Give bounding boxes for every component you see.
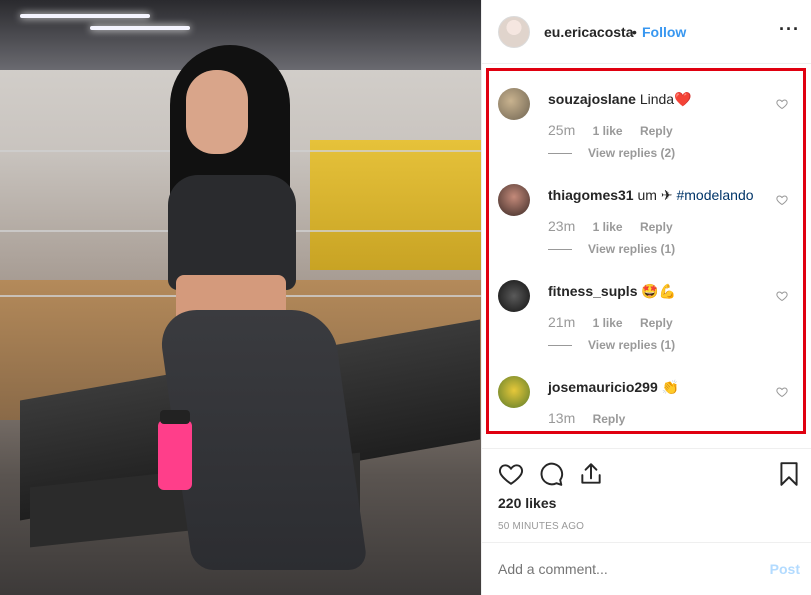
- like-comment-heart-icon[interactable]: [776, 98, 788, 110]
- more-horizontal-icon[interactable]: ···: [779, 19, 800, 40]
- likes-count[interactable]: 220 likes: [498, 495, 556, 511]
- comment-time: 23m: [548, 218, 576, 234]
- comment-meta: 13m Reply: [548, 410, 639, 426]
- comment-meta: 21m 1 like Reply: [548, 314, 687, 330]
- comment-likes[interactable]: 1 like: [593, 124, 623, 138]
- follow-button[interactable]: Follow: [642, 24, 686, 40]
- like-comment-heart-icon[interactable]: [776, 290, 788, 302]
- view-replies-label: View replies (2): [588, 146, 676, 160]
- view-replies-button[interactable]: View replies (2): [548, 146, 675, 160]
- photo-person-top: [168, 175, 296, 290]
- comment-meta: 23m 1 like Reply: [548, 218, 687, 234]
- comment-text: Linda: [639, 91, 675, 107]
- share-icon[interactable]: [578, 461, 604, 487]
- commenter-avatar[interactable]: [498, 184, 530, 216]
- reply-button[interactable]: Reply: [640, 316, 673, 330]
- comment-meta: 25m 1 like Reply: [548, 122, 687, 138]
- comment-line: souzajoslane Linda❤️: [548, 91, 692, 108]
- add-comment-bar: Post: [482, 542, 811, 595]
- commenter-username[interactable]: fitness_supls: [548, 283, 637, 299]
- commenter-avatar[interactable]: [498, 280, 530, 312]
- replies-dash: [548, 249, 572, 251]
- commenter-avatar[interactable]: [498, 376, 530, 408]
- comment-text: um ✈: [637, 187, 677, 203]
- comment-line: josemauricio299 👏: [548, 379, 679, 396]
- add-comment-input[interactable]: [498, 561, 748, 577]
- post-side-panel: eu.ericacosta • Follow ··· souzajoslane …: [481, 0, 811, 595]
- like-comment-heart-icon[interactable]: [776, 194, 788, 206]
- commenter-username[interactable]: thiagomes31: [548, 187, 634, 203]
- view-replies-button[interactable]: View replies (1): [548, 338, 675, 352]
- replies-dash: [548, 153, 572, 155]
- comment-likes[interactable]: 1 like: [593, 220, 623, 234]
- like-comment-heart-icon[interactable]: [776, 386, 788, 398]
- comment-hashtag[interactable]: #modelando: [676, 187, 753, 203]
- header-separator: •: [632, 24, 637, 40]
- clapping-emoji: 👏: [661, 379, 680, 395]
- reply-button[interactable]: Reply: [593, 412, 626, 426]
- photo-person-face: [186, 70, 248, 154]
- post-header: eu.ericacosta • Follow ···: [482, 0, 811, 64]
- photo-bottle: [158, 410, 192, 490]
- save-bookmark-icon[interactable]: [776, 461, 802, 487]
- star-eyes-muscle-emoji: 🤩💪: [641, 283, 677, 299]
- post-comment-button[interactable]: Post: [770, 561, 800, 577]
- replies-dash: [548, 345, 572, 347]
- reply-button[interactable]: Reply: [640, 124, 673, 138]
- comment-bubble-icon[interactable]: [538, 461, 564, 487]
- author-avatar[interactable]: [498, 16, 530, 48]
- view-replies-label: View replies (1): [588, 242, 676, 256]
- photo-wall: [310, 140, 481, 270]
- heart-emoji: ❤️: [674, 91, 692, 107]
- view-replies-label: View replies (1): [588, 338, 676, 352]
- post-photo[interactable]: [0, 0, 481, 595]
- view-replies-button[interactable]: View replies (1): [548, 242, 675, 256]
- commenter-username[interactable]: souzajoslane: [548, 91, 636, 107]
- comment-line: thiagomes31 um ✈ #modelando: [548, 187, 754, 204]
- photo-light: [20, 14, 150, 18]
- comment-time: 13m: [548, 410, 576, 426]
- comment-likes[interactable]: 1 like: [593, 316, 623, 330]
- post-timestamp: 50 MINUTES AGO: [498, 521, 585, 532]
- commenter-avatar[interactable]: [498, 88, 530, 120]
- photo-light: [90, 26, 190, 30]
- comment-line: fitness_supls 🤩💪: [548, 283, 676, 300]
- reply-button[interactable]: Reply: [640, 220, 673, 234]
- author-username[interactable]: eu.ericacosta: [544, 24, 634, 40]
- comment-time: 25m: [548, 122, 576, 138]
- commenter-username[interactable]: josemauricio299: [548, 379, 658, 395]
- comment-time: 21m: [548, 314, 576, 330]
- like-heart-icon[interactable]: [498, 461, 524, 487]
